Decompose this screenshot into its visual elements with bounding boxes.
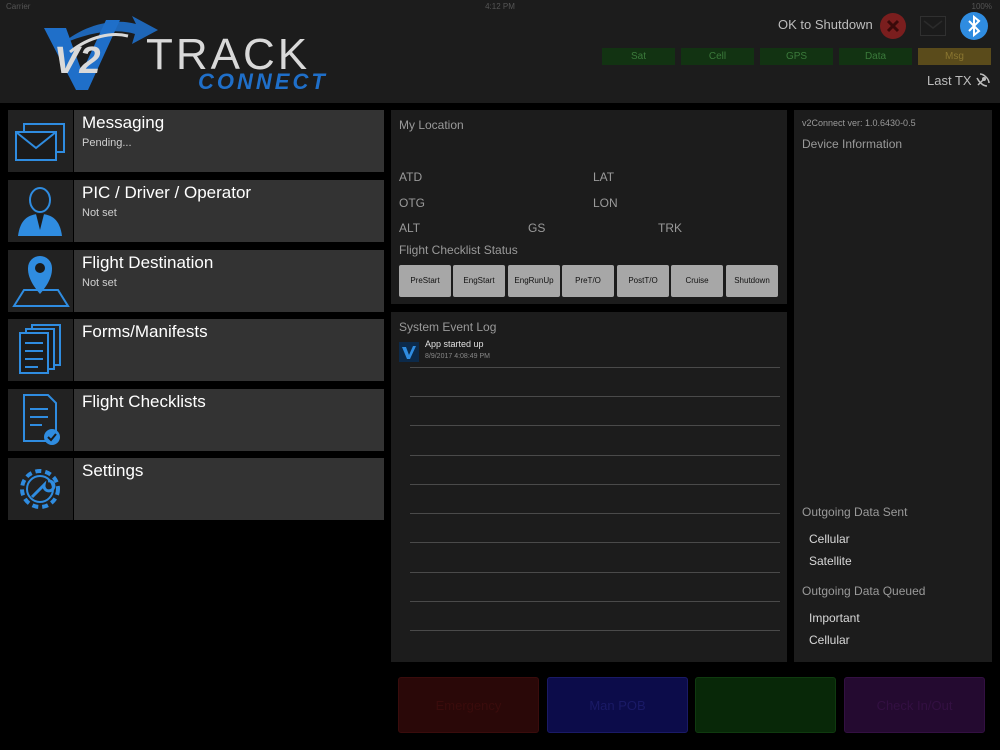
sat-indicator: Sat bbox=[602, 48, 675, 65]
atd-label: ATD bbox=[399, 170, 423, 184]
menu-title: Forms/Manifests bbox=[82, 322, 208, 341]
otg-label: OTG bbox=[399, 196, 425, 210]
log-row-divider bbox=[410, 513, 780, 514]
checklist-prestart-button[interactable]: PreStart bbox=[399, 265, 451, 297]
menu-item-messaging[interactable]: Messaging Pending... bbox=[8, 110, 384, 172]
menu-item-pic-driver-operator[interactable]: PIC / Driver / Operator Not set bbox=[8, 180, 384, 242]
forms-icon bbox=[19, 324, 61, 374]
sent-cellular-label: Cellular bbox=[809, 532, 850, 546]
check-in-out-button[interactable]: Check In/Out bbox=[844, 677, 985, 733]
v2-app-icon bbox=[399, 342, 419, 362]
data-indicator: Data bbox=[839, 48, 912, 65]
checklist-preto-button[interactable]: PreT/O bbox=[562, 265, 614, 297]
satellite-antenna-icon bbox=[976, 73, 990, 87]
menu-title: PIC / Driver / Operator bbox=[82, 183, 252, 202]
event-log-timestamp: 8/9/2017 4:08:49 PM bbox=[425, 353, 490, 360]
outgoing-queued-title: Outgoing Data Queued bbox=[802, 584, 926, 598]
checklist-engstart-button[interactable]: EngStart bbox=[453, 265, 505, 297]
menu-item-settings[interactable]: Settings bbox=[8, 458, 384, 520]
msg-indicator: Msg bbox=[918, 48, 991, 65]
menu-subtitle: Not set bbox=[82, 277, 117, 289]
last-tx-label: Last TX bbox=[927, 73, 972, 88]
logo-v2-text: V2 bbox=[54, 40, 101, 82]
battery-label: 100% bbox=[971, 2, 992, 11]
trk-label: TRK bbox=[658, 221, 682, 235]
settings-icon bbox=[20, 469, 60, 509]
system-event-log-panel bbox=[391, 312, 787, 662]
log-row-divider bbox=[410, 455, 780, 456]
envelope-icon bbox=[15, 123, 65, 161]
log-row-divider bbox=[410, 425, 780, 426]
sent-satellite-label: Satellite bbox=[809, 554, 852, 568]
lat-label: LAT bbox=[593, 170, 615, 184]
checklist-engrunup-button[interactable]: EngRunUp bbox=[508, 265, 560, 297]
my-location-title: My Location bbox=[399, 118, 464, 132]
cell-indicator: Cell bbox=[681, 48, 754, 65]
lon-label: LON bbox=[593, 196, 618, 210]
checklist-icon bbox=[23, 394, 60, 445]
mail-icon bbox=[923, 20, 943, 29]
clock-label: 4:12 PM bbox=[485, 2, 515, 11]
shutdown-status-label: OK to Shutdown bbox=[778, 17, 873, 32]
app-header: Carrier 4:12 PM 100% V2 TRACK CONNECT OK… bbox=[0, 0, 1000, 103]
checklist-postto-button[interactable]: PostT/O bbox=[617, 265, 669, 297]
event-log-message: App started up bbox=[425, 339, 484, 349]
checklist-shutdown-button[interactable]: Shutdown bbox=[726, 265, 778, 297]
close-button[interactable] bbox=[880, 13, 906, 39]
alt-label: ALT bbox=[399, 221, 421, 235]
map-pin-icon bbox=[12, 256, 70, 307]
menu-title: Messaging bbox=[82, 113, 165, 132]
ios-status-bar: Carrier 4:12 PM 100% bbox=[0, 0, 1000, 14]
gs-label: GS bbox=[528, 221, 546, 235]
log-row-divider bbox=[410, 601, 780, 602]
log-row-divider bbox=[410, 572, 780, 573]
queued-important-label: Important bbox=[809, 611, 860, 625]
menu-title: Flight Destination bbox=[82, 253, 214, 272]
outgoing-sent-title: Outgoing Data Sent bbox=[802, 505, 908, 519]
checklist-status-title: Flight Checklist Status bbox=[399, 243, 518, 257]
close-icon bbox=[886, 19, 900, 33]
menu-title: Settings bbox=[82, 461, 144, 480]
log-row-divider bbox=[410, 367, 780, 368]
log-row-divider bbox=[410, 484, 780, 485]
checklist-cruise-button[interactable]: Cruise bbox=[671, 265, 723, 297]
menu-subtitle: Not set bbox=[82, 207, 117, 219]
event-log-title: System Event Log bbox=[399, 320, 497, 334]
gps-indicator: GPS bbox=[760, 48, 833, 65]
person-icon bbox=[18, 187, 62, 236]
device-info-panel bbox=[794, 110, 992, 662]
man-pob-button[interactable]: Man POB bbox=[547, 677, 688, 733]
queued-cellular-label: Cellular bbox=[809, 633, 850, 647]
green-action-button[interactable] bbox=[695, 677, 836, 733]
mail-status-button[interactable] bbox=[920, 16, 946, 36]
menu-title: Flight Checklists bbox=[82, 392, 206, 411]
menu-item-flight-destination[interactable]: Flight Destination Not set bbox=[8, 250, 384, 312]
device-info-title: Device Information bbox=[802, 137, 903, 151]
app-version-label: v2Connect ver: 1.0.6430-0.5 bbox=[802, 118, 916, 128]
menu-subtitle: Pending... bbox=[82, 137, 132, 149]
bluetooth-icon bbox=[968, 14, 981, 38]
log-row-divider bbox=[410, 630, 780, 631]
menu-item-flight-checklists[interactable]: Flight Checklists bbox=[8, 389, 384, 451]
logo-connect-text: CONNECT bbox=[198, 69, 328, 94]
bluetooth-button[interactable] bbox=[960, 12, 988, 40]
log-row-divider bbox=[410, 542, 780, 543]
menu-item-forms-manifests[interactable]: Forms/Manifests bbox=[8, 319, 384, 381]
log-row-divider bbox=[410, 396, 780, 397]
emergency-button[interactable]: Emergency bbox=[398, 677, 539, 733]
